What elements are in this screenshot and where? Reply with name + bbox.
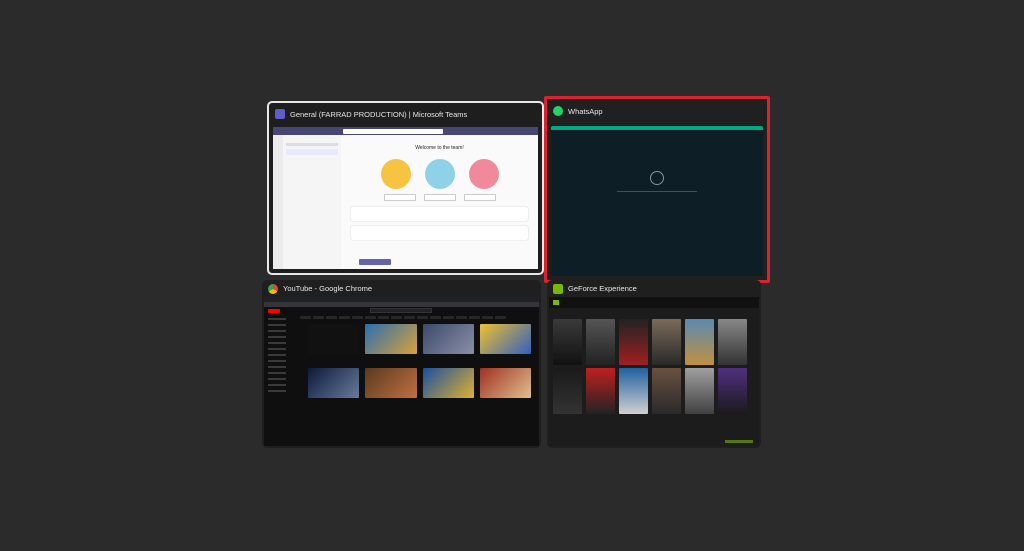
team-list: [283, 135, 342, 269]
welcome-illustrations: [341, 159, 538, 189]
window-title: YouTube - Google Chrome: [283, 284, 373, 293]
window-title: WhatsApp: [568, 106, 603, 116]
whatsapp-icon: [553, 106, 563, 116]
window-preview: [264, 297, 539, 446]
youtube-sidebar: [264, 314, 296, 446]
new-conversation-button: [359, 259, 391, 265]
window-thumbnail-geforce[interactable]: GeForce Experience: [547, 280, 761, 448]
game-cover: [619, 368, 648, 414]
youtube-search-bar: [370, 308, 432, 313]
illustration-channels: [424, 159, 455, 189]
channel-view: Welcome to the team!: [341, 135, 538, 269]
game-cover: [652, 319, 681, 365]
teams-topbar: [273, 127, 538, 135]
teams-icon: [275, 109, 285, 119]
game-cover: [718, 368, 747, 414]
video-thumbnail: [308, 324, 360, 354]
youtube-logo-icon: [268, 308, 280, 313]
video-thumbnail: [365, 368, 417, 398]
game-cover: [685, 368, 714, 414]
game-cover: [553, 368, 582, 414]
window-title: General (FARRAD PRODUCTION) | Microsoft …: [290, 109, 468, 119]
loading-app-name: [551, 196, 763, 200]
geforce-status-bar: [725, 440, 753, 443]
geforce-header: [549, 297, 759, 308]
video-thumbnail: [308, 368, 360, 398]
loading-screen: [551, 171, 763, 205]
video-grid: [308, 324, 531, 398]
welcome-buttons: [341, 194, 538, 201]
search-bar: [343, 128, 443, 134]
post-card: [351, 226, 528, 240]
post-card: [351, 207, 528, 221]
geforce-tabs: [549, 308, 759, 314]
window-thumbnail-whatsapp[interactable]: WhatsApp: [544, 96, 770, 283]
game-library-grid: [553, 319, 747, 414]
loading-progress-bar: [617, 191, 697, 192]
game-cover: [586, 319, 615, 365]
window-titlebar: GeForce Experience: [547, 280, 761, 297]
window-thumbnail-teams[interactable]: General (FARRAD PRODUCTION) | Microsoft …: [267, 101, 544, 275]
add-people-button: [383, 194, 416, 201]
window-preview: Welcome to the team!: [273, 127, 538, 269]
video-thumbnail: [365, 324, 417, 354]
video-thumbnail: [422, 368, 474, 398]
game-cover: [718, 319, 747, 365]
chrome-icon: [268, 283, 278, 294]
game-cover: [685, 319, 714, 365]
app-rail: [273, 135, 283, 269]
game-cover: [652, 368, 681, 414]
game-cover: [619, 319, 648, 365]
game-cover: [553, 319, 582, 365]
video-thumbnail: [479, 324, 531, 354]
window-titlebar: General (FARRAD PRODUCTION) | Microsoft …: [269, 103, 542, 125]
window-titlebar: WhatsApp: [547, 99, 767, 123]
nvidia-icon: [553, 283, 563, 294]
window-thumbnail-chrome[interactable]: YouTube - Google Chrome: [262, 280, 541, 448]
illustration-faq: [468, 159, 499, 189]
create-channels-button: [423, 194, 456, 201]
window-title: GeForce Experience: [568, 284, 637, 293]
window-titlebar: YouTube - Google Chrome: [262, 280, 541, 297]
whatsapp-logo-icon: [650, 171, 664, 185]
game-cover: [586, 368, 615, 414]
window-preview: [549, 297, 759, 446]
welcome-heading: Welcome to the team!: [415, 145, 464, 151]
loading-header-bar: [551, 126, 763, 130]
open-faq-button: [463, 194, 496, 201]
loading-encryption-note: [551, 202, 763, 205]
video-thumbnail: [479, 368, 531, 398]
window-preview: [551, 126, 763, 276]
illustration-add-people: [380, 159, 411, 189]
nvidia-logo-icon: [553, 300, 559, 305]
category-chips: [300, 316, 535, 319]
youtube-header: [264, 307, 539, 314]
video-thumbnail: [422, 324, 474, 354]
